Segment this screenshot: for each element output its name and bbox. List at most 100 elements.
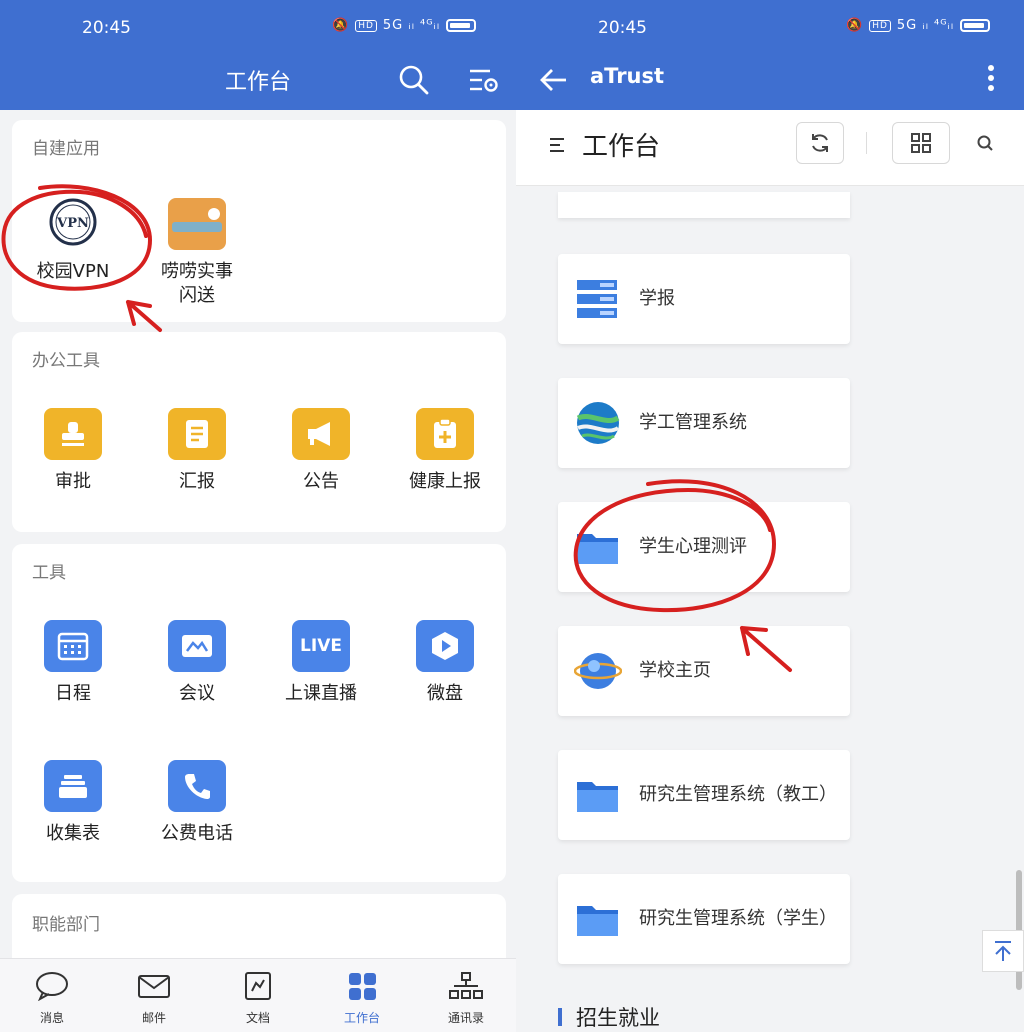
app-news-flash[interactable]: 唠唠实事 闪送: [142, 198, 252, 308]
chat-bubble-icon: [36, 972, 68, 1002]
nav-label: 通讯录: [447, 1011, 484, 1025]
news-thumbnail-icon: [168, 198, 226, 250]
live-icon-text: LIVE: [300, 636, 342, 656]
app-collection-form[interactable]: 收集表: [18, 760, 128, 846]
app-live-class[interactable]: LIVE 上课直播: [266, 620, 376, 706]
search-icon[interactable]: [976, 134, 994, 152]
atrust-screen: 20:45 🔕 HD 5G ᵢₗ ⁴ᴳᵢₗ aTrust 工作台 学报 学工管理…: [516, 0, 1024, 1032]
list-item-psych-assessment[interactable]: 学生心理测评: [558, 502, 850, 592]
phone-icon: [168, 760, 226, 812]
list-item-journal[interactable]: 学报: [558, 254, 850, 344]
meeting-icon: [168, 620, 226, 672]
app-label: 微盘: [427, 683, 463, 704]
nav-contacts[interactable]: 通讯录: [426, 971, 506, 1026]
report-icon: [168, 408, 226, 460]
top-bar: 20:45 🔕 HD 5G ᵢₗ ⁴ᴳᵢₗ aTrust: [516, 0, 1024, 110]
list-item-grad-staff[interactable]: 研究生管理系统（教工）: [558, 750, 850, 840]
hd-badge: HD: [869, 19, 891, 32]
app-approval[interactable]: 审批: [18, 408, 128, 494]
folder-icon: [574, 772, 622, 818]
more-icon[interactable]: [986, 64, 996, 94]
list-label: 学生心理测评: [639, 536, 747, 557]
refresh-icon: [812, 134, 828, 152]
app-campus-vpn[interactable]: VPN 校园VPN: [18, 198, 128, 284]
mail-icon: [138, 975, 170, 998]
app-announcement[interactable]: 公告: [266, 408, 376, 494]
vpn-icon: VPN: [44, 198, 102, 250]
live-icon: LIVE: [292, 620, 350, 672]
document-icon: [245, 972, 271, 1000]
app-label: 唠唠实事 闪送: [161, 261, 233, 306]
tools-card: 工具 日程 会议 LIVE 上课直播 微盘 收集表 公费电话: [12, 544, 506, 882]
battery-icon: [960, 19, 991, 32]
hd-badge: HD: [355, 19, 377, 32]
vpn-icon-text: VPN: [56, 216, 89, 231]
list-item-student-affairs[interactable]: 学工管理系统: [558, 378, 850, 468]
tray-icon: [44, 760, 102, 812]
nav-label: 邮件: [141, 1011, 166, 1025]
nav-messages[interactable]: 消息: [12, 971, 92, 1026]
section-label: 招生就业: [576, 1006, 660, 1030]
nav-workbench[interactable]: 工作台: [322, 971, 402, 1026]
section-title: 职能部门: [32, 915, 100, 935]
app-label: 上课直播: [285, 683, 357, 704]
section-title: 办公工具: [32, 351, 100, 371]
search-icon[interactable]: [398, 64, 430, 96]
folder-icon: [574, 896, 622, 942]
office-tools-card: 办公工具 审批 汇报 公告 健康上报: [12, 332, 506, 532]
app-label: 公告: [303, 471, 339, 492]
folder-icon: [574, 524, 622, 570]
nav-mail[interactable]: 邮件: [114, 971, 194, 1026]
status-time: 20:45: [598, 18, 647, 38]
app-label: 汇报: [179, 471, 215, 492]
app-label: 公费电话: [161, 823, 233, 844]
menu-icon[interactable]: [548, 136, 566, 154]
app-label: 审批: [55, 471, 91, 492]
earth-icon: [573, 648, 623, 694]
list-label: 学校主页: [639, 660, 711, 681]
app-label: 日程: [55, 683, 91, 704]
self-apps-card: 自建应用 VPN 校园VPN 唠唠实事 闪送: [12, 120, 506, 322]
list-label: 研究生管理系统（学生）: [639, 908, 837, 929]
page-title: 工作台: [224, 70, 291, 95]
app-label: 校园VPN: [36, 261, 110, 282]
grid-icon: [911, 133, 931, 153]
list-item-school-home[interactable]: 学校主页: [558, 626, 850, 716]
grid-apps-icon: [349, 973, 376, 1000]
back-arrow-icon[interactable]: [538, 66, 568, 94]
app-schedule[interactable]: 日程: [18, 620, 128, 706]
app-weipan[interactable]: 微盘: [390, 620, 500, 706]
megaphone-icon: [292, 408, 350, 460]
list-label: 研究生管理系统（教工）: [639, 784, 837, 805]
list-item-grad-student[interactable]: 研究生管理系统（学生）: [558, 874, 850, 964]
nav-docs[interactable]: 文档: [218, 971, 298, 1026]
app-title: aTrust: [590, 64, 665, 88]
app-health-report[interactable]: 健康上报: [390, 408, 500, 494]
battery-icon: [446, 19, 477, 32]
org-chart-icon: [449, 972, 483, 999]
nav-label: 消息: [39, 1011, 64, 1025]
section-title: 工具: [32, 563, 66, 583]
refresh-button[interactable]: [796, 122, 844, 164]
back-to-top-button[interactable]: [982, 930, 1024, 972]
app-label: 收集表: [46, 823, 100, 844]
app-public-phone[interactable]: 公费电话: [142, 760, 252, 846]
cloud-drive-icon: [416, 620, 474, 672]
list-card-partial[interactable]: [558, 192, 850, 218]
section-bar: [558, 1008, 562, 1026]
list-label: 学工管理系统: [639, 412, 747, 433]
top-bar: 20:45 🔕 HD 5G ᵢₗ ⁴ᴳᵢₗ 工作台: [0, 0, 516, 110]
status-time: 20:45: [82, 18, 131, 38]
list-label: 学报: [639, 288, 675, 309]
section-heading: 招生就业: [558, 1002, 660, 1032]
server-icon: [574, 276, 622, 322]
app-meeting[interactable]: 会议: [142, 620, 252, 706]
settings-icon[interactable]: [468, 66, 500, 96]
clipboard-plus-icon: [416, 408, 474, 460]
grid-view-button[interactable]: [892, 122, 950, 164]
stage: 20:45 🔕 HD 5G ᵢₗ ⁴ᴳᵢₗ 工作台 自建应用 VPN 校园VPN: [0, 0, 1024, 1032]
signal-icon: 5G ᵢₗ ⁴ᴳᵢₗ: [382, 18, 441, 33]
mute-icon: 🔕: [332, 18, 350, 33]
app-report[interactable]: 汇报: [142, 408, 252, 494]
mute-icon: 🔕: [846, 18, 864, 33]
